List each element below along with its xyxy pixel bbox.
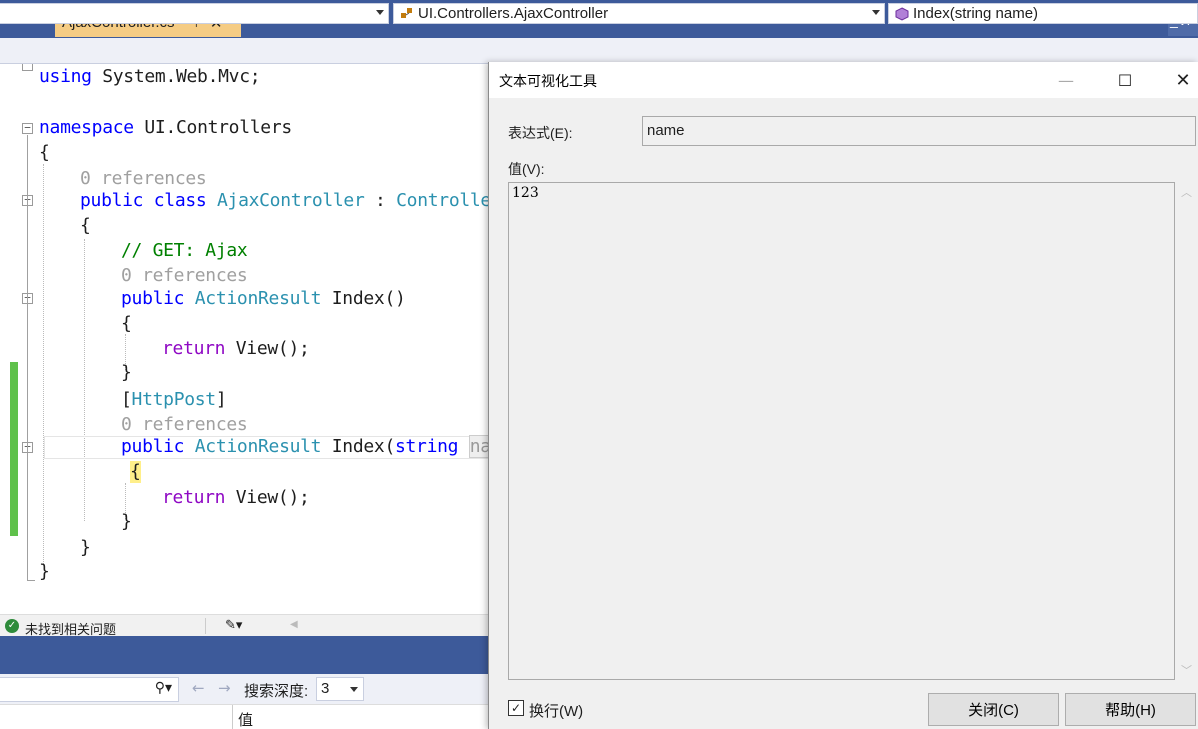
close-window-button[interactable]: ✕ — [1154, 62, 1198, 98]
value-textarea[interactable]: 123 — [508, 182, 1175, 680]
code-line-using: using System.Web.Mvc; — [39, 66, 261, 87]
code-line-brace: { — [39, 142, 50, 163]
search-input[interactable]: ⚲▾ — [0, 677, 179, 702]
value-label: 值(V): — [508, 161, 545, 177]
value-column-header[interactable]: 值 — [238, 709, 253, 729]
close-button[interactable]: 关闭(C) — [928, 693, 1059, 726]
project-dropdown[interactable] — [0, 3, 389, 24]
class-dropdown-value: UI.Controllers.AjaxController — [418, 5, 609, 22]
code-line-return: return View(); — [162, 487, 310, 508]
search-icon[interactable]: ⚲▾ — [155, 680, 172, 696]
outline-line — [27, 135, 28, 580]
class-icon — [400, 7, 414, 21]
code-line-class: public class AjaxController : Controller — [80, 190, 502, 211]
code-line-brace: } — [80, 537, 91, 558]
method-icon — [895, 6, 909, 21]
code-line-attribute: [HttpPost] — [121, 389, 227, 410]
code-line-brace: } — [121, 362, 132, 383]
code-line-brace-current: { — [130, 461, 141, 483]
change-margin-indicator — [10, 362, 18, 536]
editor-status-bar: ✓ 未找到相关问题 ✎▾ ◀ — [0, 614, 490, 637]
tool-window-header — [0, 636, 490, 674]
code-line-method2: public ActionResult Index(string nam — [121, 435, 503, 458]
codelens-references[interactable]: 0 references — [121, 414, 248, 436]
search-depth-value: 3 — [321, 680, 330, 697]
maximize-button[interactable]: ☐ — [1096, 62, 1154, 98]
brush-icon[interactable]: ✎▾ — [225, 617, 242, 633]
expression-label: 表达式(E): — [508, 125, 573, 141]
class-dropdown[interactable]: UI.Controllers.AjaxController — [393, 3, 885, 24]
chevron-down-icon — [350, 687, 358, 692]
code-editor[interactable]: − − − − using System.Web.Mvc; namespace … — [0, 64, 503, 614]
fold-namespace-icon[interactable]: − — [22, 122, 33, 134]
code-line-brace: { — [80, 215, 91, 236]
divider — [205, 618, 206, 634]
help-button[interactable]: 帮助(H) — [1065, 693, 1196, 726]
codelens-references[interactable]: 0 references — [80, 168, 207, 190]
code-line-return: return View(); — [162, 338, 310, 359]
code-line-brace: { — [121, 313, 132, 334]
member-dropdown[interactable]: Index(string name) — [888, 3, 1198, 24]
check-icon: ✓ — [5, 619, 19, 633]
indent-guide — [43, 164, 44, 564]
code-line-brace: } — [121, 511, 132, 532]
code-line-brace: } — [39, 561, 50, 582]
column-divider[interactable] — [232, 705, 233, 729]
dialog-title: 文本可视化工具 — [499, 73, 597, 89]
fold-using-icon[interactable] — [22, 64, 33, 71]
search-depth-label: 搜索深度: — [244, 683, 309, 700]
scroll-up-icon[interactable]: ︿ — [1181, 184, 1192, 200]
chevron-down-icon — [872, 10, 880, 15]
member-dropdown-value: Index(string name) — [913, 5, 1039, 22]
value-scrollbar[interactable]: ︿ ﹀ — [1177, 182, 1195, 680]
wrap-checkbox[interactable]: ✓ — [508, 700, 524, 716]
wrap-label[interactable]: 换行(W) — [529, 700, 583, 721]
minimize-button[interactable]: — — [1037, 62, 1095, 98]
text-visualizer-dialog: 文本可视化工具 — ☐ ✕ 表达式(E): name 值(V): 123 ︿ ﹀… — [488, 62, 1198, 729]
code-line-namespace: namespace UI.Controllers — [39, 117, 292, 138]
codelens-references[interactable]: 0 references — [121, 265, 248, 287]
watch-grid-header: 值 — [0, 704, 490, 729]
scroll-down-icon[interactable]: ﹀ — [1181, 662, 1192, 678]
outline-line — [27, 580, 35, 581]
expression-field[interactable]: name — [642, 116, 1196, 146]
indent-guide — [84, 239, 85, 521]
code-line-method1: public ActionResult Index() — [121, 288, 406, 309]
back-arrow-icon[interactable]: ← — [192, 679, 205, 697]
scroll-left-icon[interactable]: ◀ — [290, 619, 298, 630]
navigation-bar — [0, 38, 1198, 64]
chevron-down-icon — [376, 10, 384, 15]
code-comment: // GET: Ajax — [121, 240, 248, 261]
forward-arrow-icon[interactable]: → — [218, 679, 231, 697]
search-depth-dropdown[interactable]: 3 — [316, 677, 364, 701]
